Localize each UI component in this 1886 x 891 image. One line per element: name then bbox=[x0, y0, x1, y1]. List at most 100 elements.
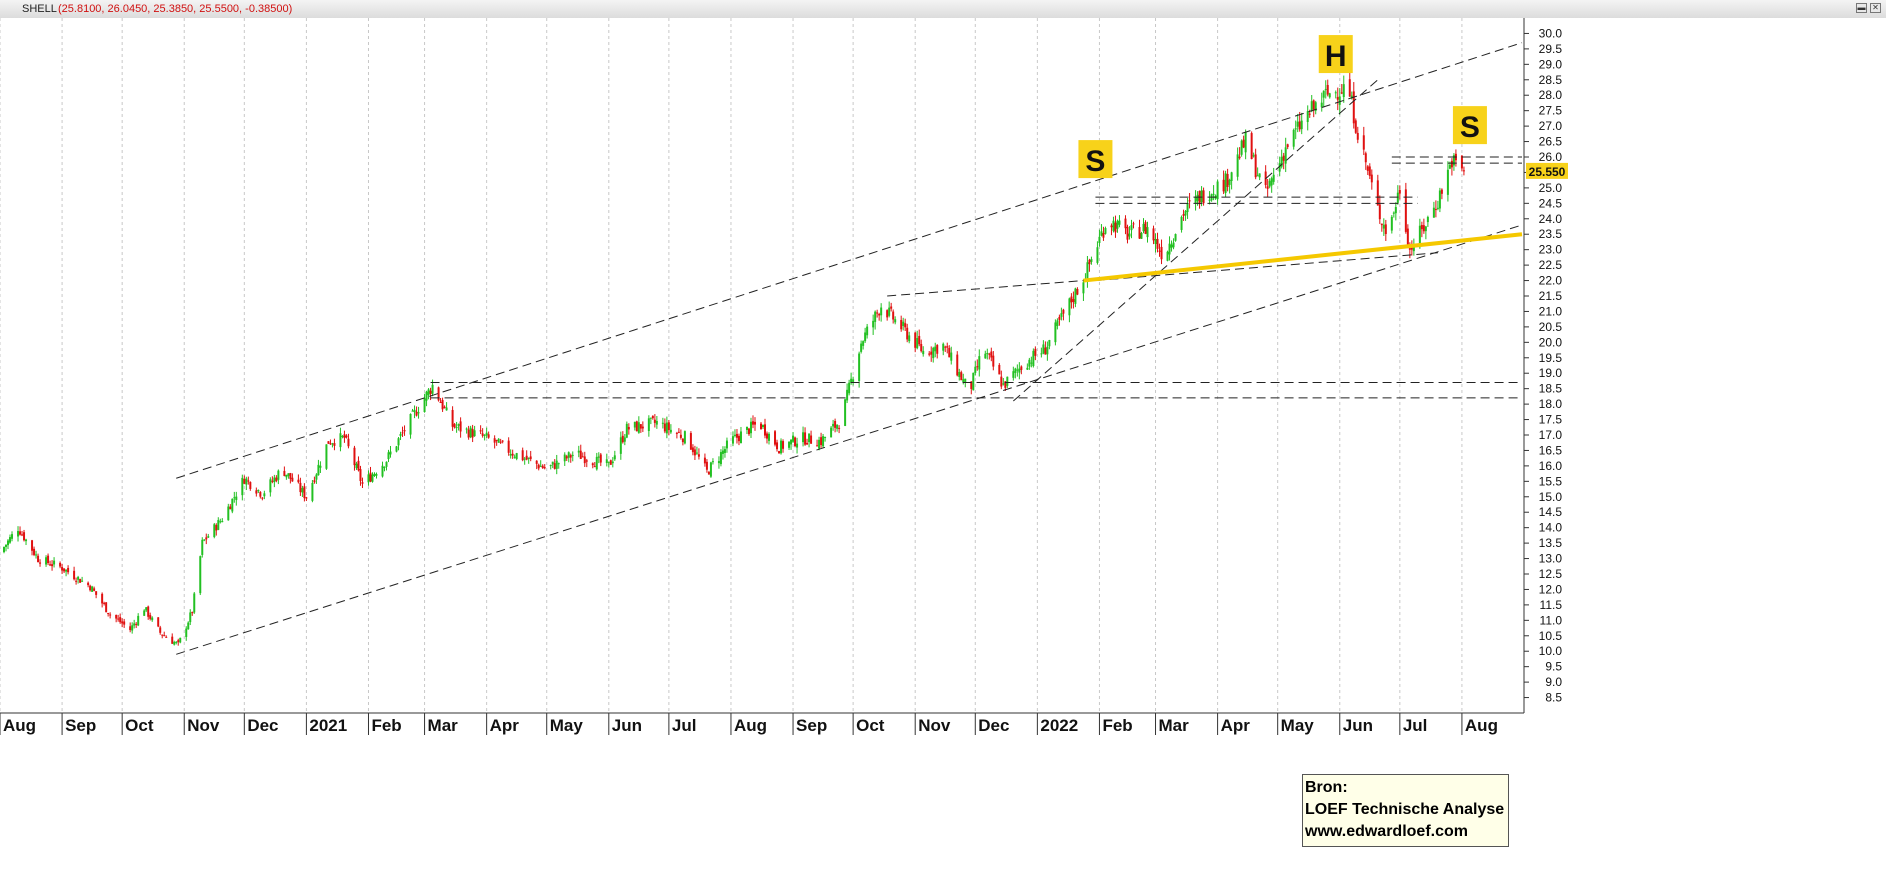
month-label: Aug bbox=[3, 716, 36, 735]
candle-body bbox=[539, 465, 542, 467]
y-tick-label: 26.5 bbox=[1539, 135, 1563, 149]
candle-body bbox=[764, 424, 767, 436]
candle-body bbox=[782, 441, 785, 449]
candle-body bbox=[609, 460, 612, 465]
candle-body bbox=[423, 398, 426, 413]
month-label: Aug bbox=[734, 716, 767, 735]
candle-body bbox=[984, 353, 987, 359]
candle-body bbox=[1336, 97, 1339, 100]
candle-body bbox=[976, 366, 979, 368]
candle-body bbox=[241, 477, 244, 496]
candle-body bbox=[635, 421, 638, 432]
candle-body bbox=[1140, 232, 1143, 239]
candle-body bbox=[313, 480, 316, 483]
month-label: Oct bbox=[125, 716, 154, 735]
candle-body bbox=[357, 460, 360, 471]
y-tick-label: 21.5 bbox=[1539, 289, 1563, 303]
candle-body bbox=[191, 612, 194, 614]
candle-body bbox=[555, 460, 558, 469]
month-label: Apr bbox=[490, 716, 520, 735]
y-tick-label: 17.5 bbox=[1539, 413, 1563, 427]
candle-body bbox=[287, 473, 290, 476]
candle-body bbox=[87, 582, 90, 586]
candle-body bbox=[1180, 216, 1183, 230]
candle-body bbox=[760, 423, 762, 430]
candle-body bbox=[1138, 227, 1141, 239]
candle-body bbox=[131, 625, 134, 631]
candle-body bbox=[653, 419, 656, 423]
candle-body bbox=[1096, 247, 1099, 263]
candle-body bbox=[565, 456, 568, 459]
minimize-icon[interactable]: ▬ bbox=[1856, 3, 1867, 13]
candle-body bbox=[431, 384, 434, 394]
candle-body bbox=[347, 438, 350, 447]
candle-body bbox=[838, 427, 841, 429]
candle-body bbox=[553, 463, 556, 469]
candle-body bbox=[19, 531, 22, 535]
close-icon[interactable]: ✕ bbox=[1870, 3, 1881, 13]
candle-body bbox=[683, 431, 686, 444]
candle-body bbox=[151, 617, 154, 621]
candle-body bbox=[962, 379, 965, 383]
candle-body bbox=[425, 391, 428, 401]
y-tick-label: 9.0 bbox=[1545, 675, 1562, 689]
candle-body bbox=[81, 580, 84, 582]
candle-body bbox=[1062, 309, 1065, 314]
candle-body bbox=[753, 421, 756, 425]
candle-body bbox=[655, 420, 658, 425]
y-tick-label: 26.0 bbox=[1539, 150, 1563, 164]
candle-body bbox=[1438, 190, 1441, 209]
candle-body bbox=[165, 636, 168, 638]
candle-body bbox=[988, 353, 991, 355]
month-label: 2021 bbox=[309, 716, 347, 735]
candle-body bbox=[1420, 225, 1423, 230]
candle-body bbox=[457, 424, 460, 426]
candle-body bbox=[1076, 289, 1079, 295]
candle-body bbox=[906, 327, 909, 340]
candle-body bbox=[1202, 190, 1205, 204]
candle-body bbox=[890, 306, 893, 309]
candle-body bbox=[946, 346, 949, 348]
candle-body bbox=[1048, 340, 1051, 347]
candle-body bbox=[583, 456, 586, 464]
candle-body bbox=[1238, 156, 1241, 159]
candle-body bbox=[543, 467, 546, 469]
candle-body bbox=[790, 439, 793, 445]
y-tick-label: 12.0 bbox=[1539, 582, 1563, 596]
month-label: Jun bbox=[1343, 716, 1373, 735]
candle-body bbox=[663, 423, 666, 432]
month-label: Sep bbox=[796, 716, 827, 735]
candle-body bbox=[679, 434, 682, 438]
candle-body bbox=[147, 606, 150, 617]
candle-body bbox=[101, 593, 104, 604]
candle-body bbox=[567, 452, 570, 458]
candle-body bbox=[830, 427, 833, 438]
candle-body bbox=[1398, 190, 1401, 194]
candle-body bbox=[661, 422, 664, 424]
candle-body bbox=[37, 555, 40, 563]
candle-body bbox=[1100, 231, 1103, 236]
candle-body bbox=[1236, 154, 1239, 177]
candle-body bbox=[1142, 223, 1145, 232]
candle-body bbox=[1254, 154, 1257, 178]
candle-body bbox=[794, 437, 797, 447]
candle-body bbox=[187, 622, 190, 630]
candle-body bbox=[579, 450, 582, 459]
candle-body bbox=[1030, 362, 1033, 364]
month-label: Dec bbox=[247, 716, 278, 735]
candle-body bbox=[1338, 96, 1341, 105]
price-chart: SHS 8.59.09.510.010.511.011.512.012.513.… bbox=[0, 18, 1886, 891]
y-tick-label: 28.5 bbox=[1539, 73, 1563, 87]
candle-body bbox=[513, 456, 516, 458]
y-tick-label: 20.5 bbox=[1539, 320, 1563, 334]
y-tick-label: 27.0 bbox=[1539, 119, 1563, 133]
candle-body bbox=[1104, 228, 1107, 234]
candle-body bbox=[633, 421, 636, 428]
candle-body bbox=[824, 436, 827, 438]
pattern-label: S bbox=[1460, 111, 1480, 144]
candle-body bbox=[1144, 222, 1147, 234]
month-label: Nov bbox=[187, 716, 220, 735]
candle-body bbox=[333, 443, 336, 446]
candle-body bbox=[731, 436, 734, 444]
candle-body bbox=[978, 356, 981, 370]
